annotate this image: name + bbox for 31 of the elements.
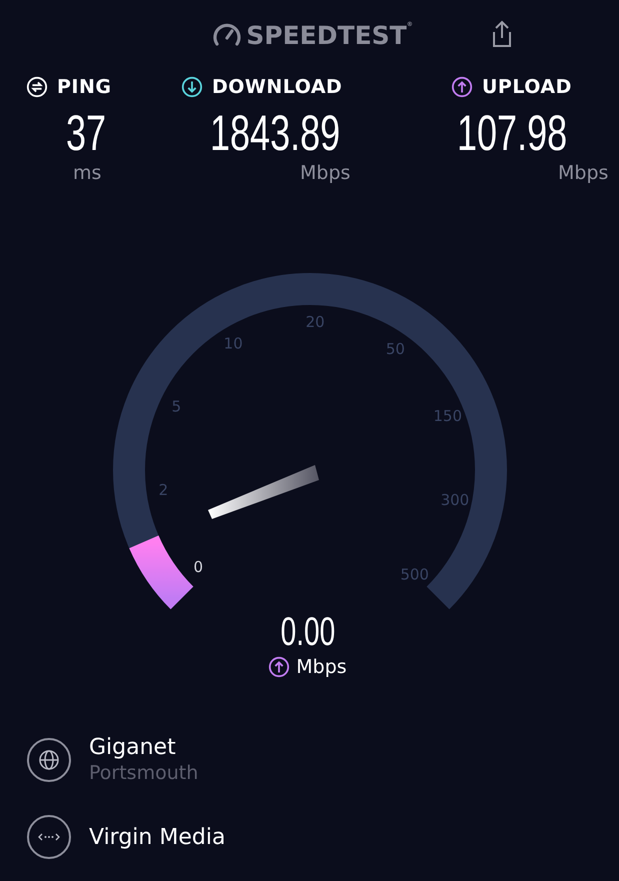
globe-icon[interactable] [26,736,72,782]
speed-reading: 0.00 [280,610,335,654]
upload-icon [268,656,290,678]
gauge-tick-label: 2 [158,480,168,499]
gauge-logo-icon [212,22,242,48]
ping-icon [26,76,48,98]
stat-value: 1843.89 [210,104,340,162]
gauge-tick-label: 5 [171,397,181,416]
gauge-tick-label: 50 [385,340,404,358]
upload-icon [451,76,473,98]
stat-label: DOWNLOAD [212,76,342,98]
stat-value: 107.98 [457,104,568,162]
gauge-tick-label: 10 [223,334,242,352]
gauge-tick-label: 20 [305,313,324,332]
stat-unit: Mbps [300,162,350,184]
server-name[interactable]: Virgin Media [89,824,226,850]
stat-unit: ms [73,162,102,184]
stat-label: PING [57,76,112,98]
gauge-tick-label: 300 [440,491,469,510]
server-name[interactable]: Giganet [89,735,198,760]
connection-icon[interactable] [26,814,72,860]
server-location: Portsmouth [89,762,198,784]
stat-unit: Mbps [558,162,608,184]
gauge-tick-label: 500 [400,566,428,584]
stat-label: UPLOAD [482,76,572,98]
app-logo: SPEEDTEST$^{®}$ [246,20,413,50]
gauge-tick-label: 150 [432,406,462,425]
speed-unit: Mbps [296,656,347,678]
download-icon [181,76,203,98]
stat-value: 37 [66,104,106,162]
gauge-tick-label: 0 [193,558,203,576]
